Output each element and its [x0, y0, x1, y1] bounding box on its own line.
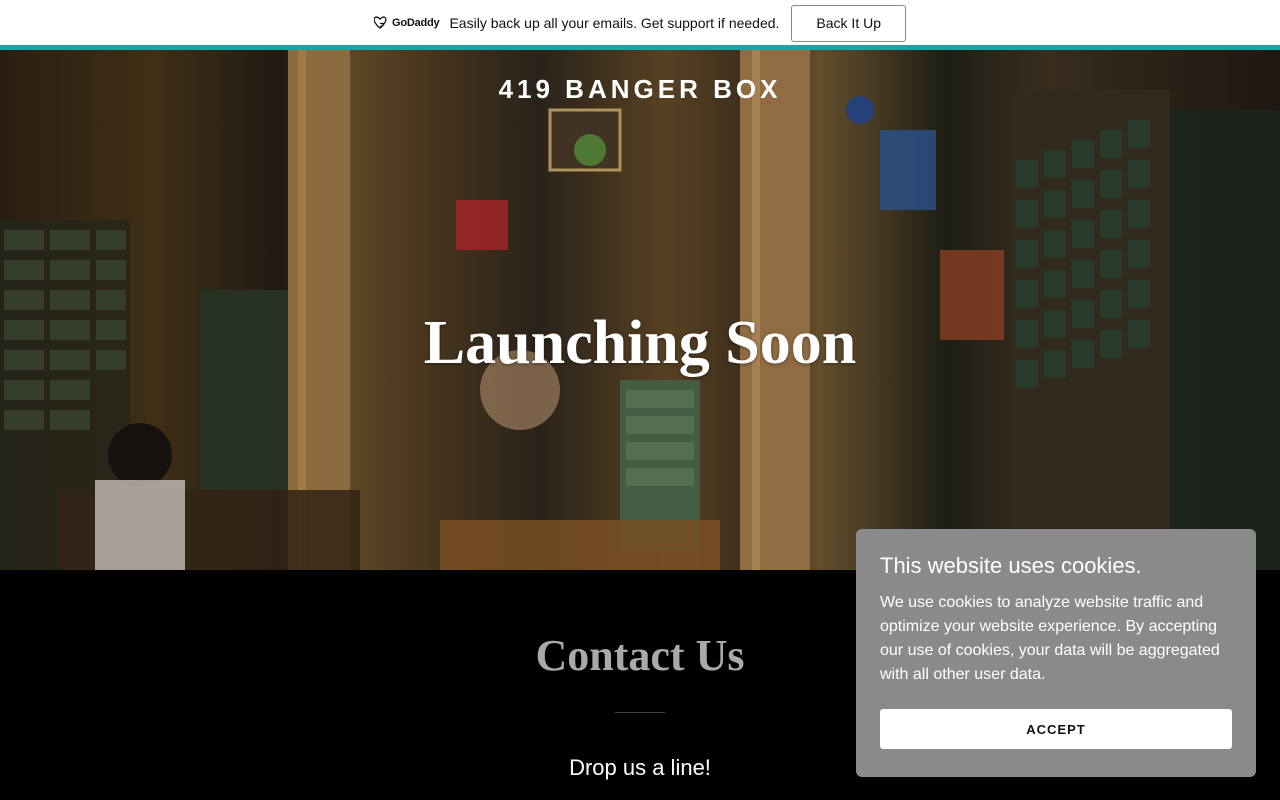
- hero-section: 419 BANGER BOX Launching Soon: [0, 50, 1280, 570]
- godaddy-logo-text: GoDaddy: [391, 17, 440, 29]
- brand-title[interactable]: 419 BANGER BOX: [0, 74, 1280, 105]
- godaddy-logo[interactable]: GoDaddy: [373, 16, 440, 30]
- cookie-banner: This website uses cookies. We use cookie…: [856, 529, 1256, 777]
- cookie-title: This website uses cookies.: [880, 553, 1142, 578]
- promo-message: Easily back up all your emails. Get supp…: [449, 15, 780, 31]
- cookie-accept-button[interactable]: ACCEPT: [880, 709, 1232, 749]
- promo-bar: GoDaddy Easily back up all your emails. …: [0, 0, 1280, 46]
- contact-divider: [615, 712, 665, 713]
- back-it-up-button[interactable]: Back It Up: [791, 4, 907, 42]
- godaddy-logo-icon: [373, 16, 387, 29]
- cookie-body: We use cookies to analyze website traffi…: [880, 594, 1220, 683]
- hero-headline: Launching Soon: [423, 309, 857, 377]
